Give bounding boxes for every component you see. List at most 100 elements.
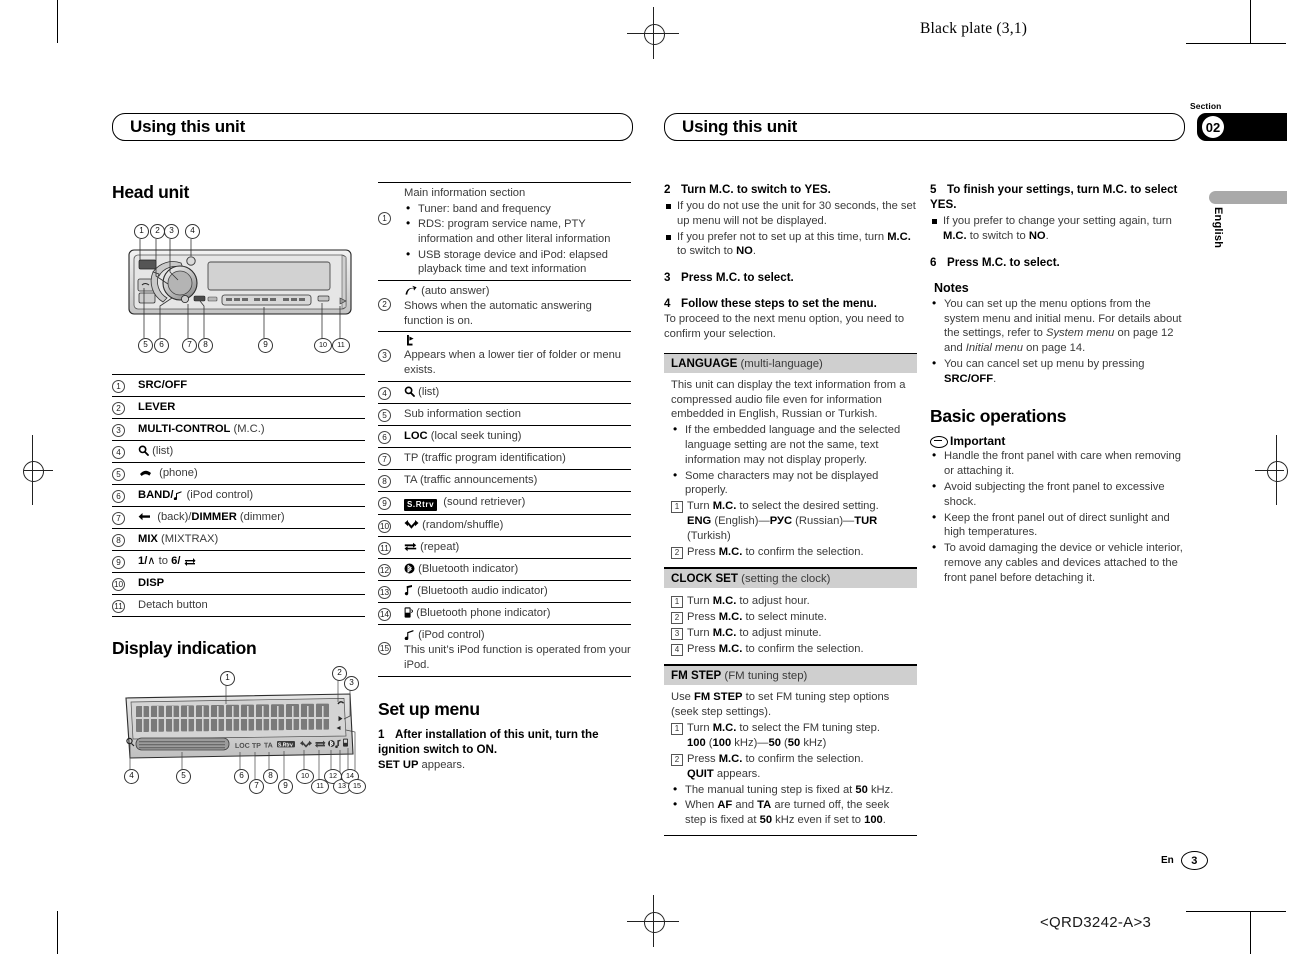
table-row: 4 (list) — [112, 441, 365, 463]
sound-retriever-icon: S.Rtrv — [404, 498, 438, 512]
head-unit-title: Head unit — [112, 182, 190, 202]
step-text: Turn M.C. to switch to YES. — [681, 183, 831, 196]
display-indication-figure: LOC TP TA S.Rtrv 1 2 3 4 5 6 7 8 9 10 11… — [112, 666, 366, 794]
row-index: 9 — [112, 556, 125, 569]
display-callout-4: 4 — [124, 769, 139, 784]
setup-step-1-note: SET UP appears. — [378, 758, 631, 773]
setting-bullets: The manual tuning step is fixed at 50 kH… — [671, 782, 910, 828]
ipod-icon — [174, 491, 182, 500]
table-row: 8 MIX (MIXTRAX) — [112, 529, 365, 551]
head-unit-item-table: 1 SRC/OFF 2 LEVER 3 MULTI-CONTROL (M.C.)… — [112, 374, 365, 617]
step-text: Press M.C. to confirm the selection. — [687, 643, 864, 656]
row-note: (traffic announcements) — [419, 473, 538, 486]
setting-header: FM STEP (FM tuning step) — [664, 665, 917, 686]
row-label: LEVER — [138, 401, 176, 413]
row-note: (Bluetooth indicator) — [418, 563, 519, 576]
setting-intro: This unit can display the text informati… — [671, 378, 906, 421]
row-sep: to — [158, 555, 172, 567]
row-head: LOC — [404, 429, 428, 442]
step-number: 5 — [930, 183, 937, 196]
setup-step-3: 3 Press M.C. to select. — [664, 270, 917, 285]
callout-8: 8 — [198, 338, 213, 353]
footer-language-code: En — [1161, 855, 1174, 866]
chapter-title-left-text: Using this unit — [130, 117, 246, 136]
table-row: 11 Detach button — [112, 595, 365, 617]
setup-step-6: 6 Press M.C. to select. — [930, 255, 1183, 270]
row-index: 7 — [378, 452, 391, 466]
setting-body: This unit can display the text informati… — [664, 373, 917, 569]
row-label: DIMMER — [191, 511, 237, 523]
row-index: 15 — [378, 642, 392, 656]
step-box: 4 — [671, 644, 683, 657]
row-index: 12 — [378, 564, 392, 578]
setting-step: 1 Turn M.C. to select the FM tuning step.… — [671, 721, 910, 751]
table-row: 3 MULTI-CONTROL (M.C.) — [112, 419, 365, 441]
setup-step-2-notes: If you do not use the unit for 30 second… — [664, 199, 917, 259]
head-unit-figure: 1 2 3 4 5 6 7 8 9 10 11 — [112, 210, 365, 368]
setting-step: 2 Press M.C. to confirm the selection. QU… — [671, 752, 910, 782]
row-text: Appears when a lower tier of folder or m… — [404, 349, 622, 377]
setting-step: 3 Turn M.C. to adjust minute. — [671, 626, 910, 641]
bluetooth-audio-icon — [404, 585, 412, 596]
setting-name: LANGUAGE — [671, 356, 738, 370]
display-callout-5: 5 — [176, 769, 191, 784]
row-index: 3 — [112, 424, 125, 437]
list-item: The manual tuning step is fixed at 50 kH… — [671, 782, 910, 798]
ipod-control-icon — [404, 630, 414, 641]
registration-mark-top — [627, 7, 679, 59]
trim-rule-top-right — [1186, 43, 1286, 44]
row-note: (Bluetooth audio indicator) — [417, 585, 548, 598]
callout-11: 11 — [332, 338, 350, 353]
setting-clock-set: CLOCK SET (setting the clock) 1 Turn M.C.… — [664, 568, 917, 666]
row-head: (list) — [418, 385, 440, 398]
step-box: 2 — [671, 612, 683, 625]
table-row: 11 (repeat) — [378, 537, 631, 560]
manual-page: Black plate (3,1) <QRD3242-A>3 Section 0… — [0, 0, 1307, 954]
table-row: 1 Main information section Tuner: band a… — [378, 183, 631, 281]
list-item: If you do not use the unit for 30 second… — [664, 199, 917, 229]
setting-body: 1 Turn M.C. to adjust hour. 2 Press M.C. t… — [664, 588, 917, 666]
row-note: (M.C.) — [233, 423, 265, 435]
row-index: 5 — [112, 468, 125, 481]
list-item: When AF and TA are turned off, the seek … — [671, 797, 910, 828]
trim-mark-bottom-left — [57, 911, 58, 954]
row-index: 9 — [378, 496, 391, 510]
callout-10: 10 — [314, 338, 332, 353]
row-index: 6 — [378, 430, 391, 444]
setting-options: ENG (English)—РУС (Russian)—TUR (Turkish… — [687, 515, 878, 543]
row-note: (MIXTRAX) — [161, 533, 219, 545]
callout-6: 6 — [154, 338, 169, 353]
table-row: 10 DISP — [112, 573, 365, 595]
row-note: (dimmer) — [239, 511, 285, 523]
table-row: 7 (back)/DIMMER (dimmer) — [112, 507, 365, 529]
setting-quit: QUIT appears. — [687, 767, 761, 780]
list-item: If the embedded language and the selecte… — [671, 422, 910, 467]
chapter-title-left: Using this unit — [112, 113, 633, 141]
step-box: 2 — [671, 753, 683, 766]
magnifier-icon — [404, 386, 415, 397]
setup-step-2: 2 Turn M.C. to switch to YES. — [664, 182, 917, 197]
row-index: 3 — [378, 349, 391, 363]
section-badge: 02 — [1197, 113, 1287, 141]
registration-mark-right — [1255, 435, 1297, 505]
svg-text:LOC: LOC — [235, 743, 250, 750]
list-item: Avoid subjecting the front panel to exce… — [930, 479, 1183, 510]
callout-4: 4 — [185, 224, 200, 239]
language-tab — [1209, 191, 1287, 204]
callout-9: 9 — [258, 338, 273, 353]
step-text: To finish your settings, turn M.C. to se… — [930, 183, 1178, 212]
step-text: Turn M.C. to adjust minute. — [687, 627, 822, 640]
setting-step: 1 Turn M.C. to select the desired setting… — [671, 499, 910, 544]
list-item: If you prefer to change your setting aga… — [930, 214, 1183, 244]
table-row: 6 LOC (local seek tuning) — [378, 426, 631, 448]
row-label: 1/ — [138, 555, 148, 567]
random-shuffle-icon — [404, 520, 419, 530]
row-index: 10 — [112, 578, 126, 591]
row-note: (sound retriever) — [443, 495, 526, 508]
table-row: 9 1/∧ to 6/ — [112, 551, 365, 573]
setting-options: 100 (100 kHz)—50 (50 kHz) — [687, 736, 827, 749]
callout-2: 2 — [150, 224, 165, 239]
trim-rule-bottom-right — [1186, 911, 1286, 912]
column-3: 2 Turn M.C. to switch to YES. If you do n… — [664, 182, 917, 837]
list-item: USB storage device and iPod: elapsed pla… — [404, 247, 631, 277]
